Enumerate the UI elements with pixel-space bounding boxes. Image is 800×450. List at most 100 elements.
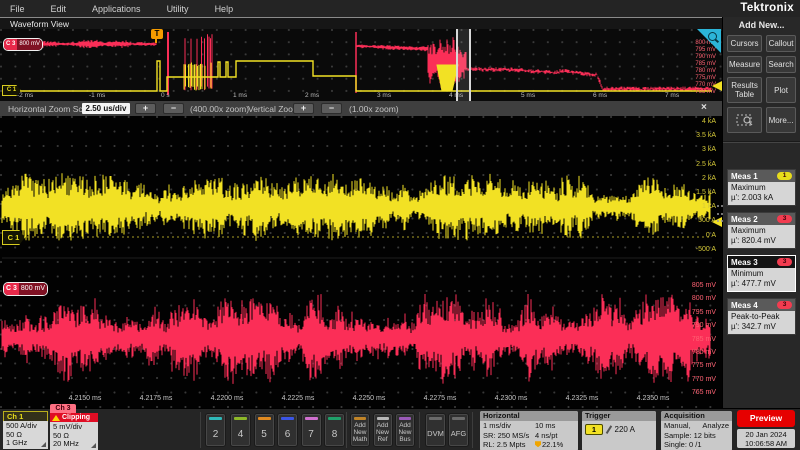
trigger-title: Trigger [582,411,656,421]
add-new-bus-button[interactable]: AddNewBus [395,413,415,447]
zoom-scale-bar: Horizontal Zoom Scale 2.50 us/div + − (4… [0,101,722,116]
afg-button[interactable]: AFG [448,413,469,447]
measurement-card-2[interactable]: Meas 23Maximumµ': 820.4 mV [727,212,796,249]
sidebar-button-measure[interactable]: Measure [727,56,762,73]
button-color-stripe [452,417,465,420]
overview-scale-label: 780 mV [670,68,716,74]
menu-items: File Edit Applications Utility Help [0,4,233,14]
measurement-card-4[interactable]: Meas 43Peak-to-Peakµ': 342.7 mV [727,298,796,335]
overview-scale-label: 785 mV [670,61,716,67]
ch3-label: C 3 [4,39,17,50]
ch3-scale-value: 800 mV [19,283,47,295]
overview-traces [0,29,722,101]
tektronix-logo: Tektronix [740,2,794,14]
sidebar-divider [723,141,800,143]
button-label-line: Add [396,422,414,429]
trigger-panel[interactable]: Trigger 1 220 A [582,411,656,450]
trigger-position-flag[interactable]: T [151,29,163,39]
menu-item-file[interactable]: File [10,4,25,14]
h-zoom-plus-button[interactable]: + [135,103,156,114]
channel-1-name: Ch 1 [3,411,48,421]
ch1-scale-label: -500 A [668,246,716,253]
dvm-button[interactable]: DVM [425,413,446,447]
menu-item-edit[interactable]: Edit [51,4,67,14]
ch3-scale-label: 805 mV [668,282,716,289]
h-duration: 10 ms [535,421,555,431]
main-time-label: 4.2225 ms [278,395,318,402]
clipping-warning: Clipping [50,413,98,422]
time: 10:06:58 AM [737,439,795,448]
sidebar-button-callout[interactable]: Callout [766,35,796,52]
v-zoom-plus-button[interactable]: + [293,103,314,114]
sidebar-button-cursors[interactable]: Cursors [727,35,762,52]
measurement-type: Peak-to-Peak [731,312,792,322]
zoom-overview-icon[interactable] [697,29,721,53]
channel-button-label: 2 [213,429,219,440]
main-time-label: 4.2175 ms [136,395,176,402]
measurement-card-1[interactable]: Meas 11Maximumµ': 2.003 kA [727,169,796,206]
h-zoom-minus-button[interactable]: − [163,103,184,114]
channel-3-badge[interactable]: Ch 3 Clipping 5 mV/div 50 Ω 20 MHz [50,404,98,450]
button-color-stripe [354,417,366,420]
preview-button[interactable]: Preview [737,410,795,427]
measurement-type: Minimum [731,269,792,279]
channel-6-button[interactable]: 6 [277,413,298,447]
channel-button-label: 4 [238,429,244,440]
measurement-body: Minimumµ': 477.7 mV [728,268,795,291]
record-overview-graph[interactable]: -2 ms-1 ms0 s1 ms2 ms3 ms4 ms5 ms6 ms7 m… [0,29,722,101]
overview-time-label: 3 ms [377,92,391,99]
v-zoom-minus-button[interactable]: − [321,103,342,114]
close-zoom-icon[interactable]: × [701,102,707,113]
horizontal-zoom-scale-value[interactable]: 2.50 us/div [82,103,130,114]
button-label-line: New [396,429,414,436]
button-color-stripe [429,417,442,420]
button-label: DVM [427,429,444,438]
zoom-traces [0,116,722,408]
sidebar-button-more-[interactable]: More... [766,107,796,133]
tab-waveform-view[interactable]: Waveform View [10,19,69,29]
grip-dot [721,205,723,207]
acquisition-panel[interactable]: Acquisition Manual,Analyze Sample: 12 bi… [661,411,732,450]
channel-1-badge[interactable]: Ch 1 500 A/div 50 Ω 1 GHz [3,411,48,449]
channel-8-button[interactable]: 8 [324,413,345,447]
v-zoom-factor: (1.00x zoom) [349,104,399,114]
measurement-value: µ': 2.003 kA [731,193,792,203]
menu-item-help[interactable]: Help [215,4,234,14]
channel-2-button[interactable]: 2 [205,413,226,447]
channel-color-stripe [209,417,222,420]
measurement-card-3[interactable]: Meas 33Minimumµ': 477.7 mV [727,255,796,292]
button-label-line: Add [351,422,369,429]
button-label-line: New [374,429,392,436]
expand-icon [41,442,46,447]
magnifier-handle [715,39,719,43]
horizontal-panel[interactable]: Horizontal 1 ms/div10 ms SR: 250 MS/s4 n… [480,411,578,450]
zoom-window-selector[interactable] [456,29,471,101]
panel-drag-handle[interactable] [717,205,726,222]
draw-box-zoom-button[interactable] [727,107,762,133]
menu-item-applications[interactable]: Applications [92,4,141,14]
overview-time-label: 5 ms [521,92,535,99]
measurement-name: Meas 2 [731,215,758,224]
button-color-stripe [377,417,389,420]
add-new-math-button[interactable]: AddNewMath [350,413,370,447]
button-label-line: New [351,429,369,436]
button-label-line: Math [351,436,369,443]
add-new-ref-button[interactable]: AddNewRef [373,413,393,447]
h-record-length: RL: 2.5 Mpts [483,440,535,450]
grip-dot [717,213,719,215]
channel-color-stripe [281,417,294,420]
add-new-title: Add New... [723,20,800,30]
main-ch3-badge[interactable]: C 3 800 mV [3,282,48,296]
channel-7-button[interactable]: 7 [301,413,322,447]
sidebar-button-search[interactable]: Search [766,56,796,73]
zoom-waveform-graph[interactable]: 4 kA3.5 kA3 kA2.5 kA2 kA1.5 kA1 kA500 A0… [0,116,722,408]
channel-4-button[interactable]: 4 [230,413,251,447]
channel-button-label: 7 [308,429,314,440]
channel-5-button[interactable]: 5 [254,413,275,447]
h-resolution: 4 ns/pt [535,431,558,441]
overview-ch3-badge[interactable]: C 3 800 mV [3,38,43,51]
sidebar-button-results-table[interactable]: Results Table [727,77,762,103]
menu-item-utility[interactable]: Utility [167,4,189,14]
sidebar-button-plot[interactable]: Plot [766,77,796,103]
measurement-value: µ': 820.4 mV [731,236,792,246]
